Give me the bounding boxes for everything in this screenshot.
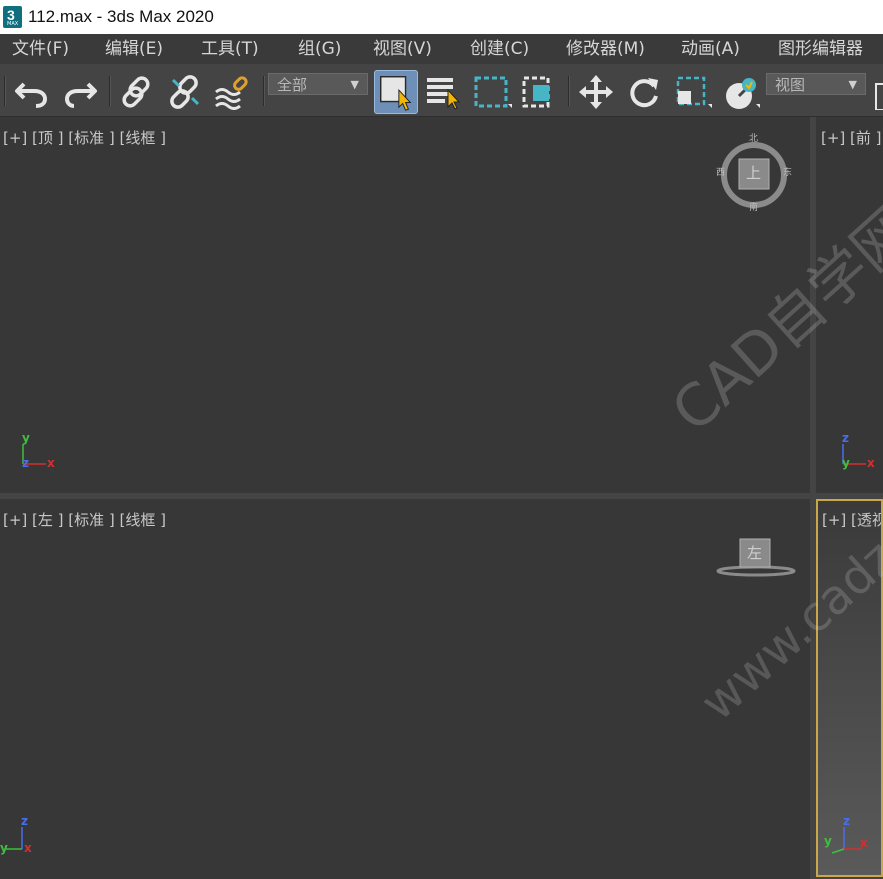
axis-y-label: y [0,841,8,855]
axis-tripod-perspective: z y x [824,813,874,857]
toolbar-separator [109,76,110,106]
select-by-name-icon [427,78,461,110]
chevron-down-icon: ▼ [848,78,857,91]
select-and-rotate-button[interactable] [624,74,664,110]
axis-z-label: z [843,814,850,828]
axis-tripod-top: y z x [18,430,63,470]
menu-modifiers[interactable]: 修改器(M) [566,38,645,60]
rectangular-selection-icon [474,76,512,108]
bind-space-warp-button[interactable] [212,74,252,110]
menu-create[interactable]: 创建(C) [470,38,529,60]
reference-coordinate-dropdown[interactable]: 视图 ▼ [766,73,866,95]
app-logo-text: MAX [7,21,19,27]
viewport-front-label[interactable]: [+] [前 ] [821,129,882,147]
axis-x-label: x [47,456,55,470]
pivot-center-button[interactable] [874,74,883,110]
title-bar: 3 MAX 112.max - 3ds Max 2020 [0,0,883,34]
axis-z-label: z [842,431,849,445]
viewport-top-label[interactable]: [+] [顶 ] [标准 ] [线框 ] [3,129,166,147]
axis-y-label: y [22,431,30,445]
window-crossing-button[interactable] [520,74,560,110]
viewcube-face-label[interactable]: 左 [747,544,762,562]
compass-west-label[interactable]: 西 [716,168,725,178]
axis-z-label: z [22,456,29,470]
bind-space-warp-icon [215,76,248,110]
menu-graph-editors[interactable]: 图形编辑器 [778,38,863,60]
toolbar-separator [568,76,569,106]
menu-group[interactable]: 组(G) [298,38,341,60]
viewport-perspective[interactable]: [+] [透视 z y x [816,499,883,877]
axis-tripod-left: z y x [0,813,45,857]
toolbar-separator [263,76,264,106]
viewcube-face-label[interactable]: 上 [746,164,761,182]
axis-x-label: x [867,456,875,470]
viewport-top[interactable]: [+] [顶 ] [标准 ] [线框 ] 上 北 南 东 西 y z x [0,117,810,493]
menu-animation[interactable]: 动画(A) [681,38,740,60]
axis-y-label: y [842,456,850,470]
scale-icon [676,76,712,108]
viewport-perspective-label[interactable]: [+] [透视 [822,511,881,529]
selection-filter-value: 全部 [277,76,308,94]
menu-bar: 文件(F) 编辑(E) 工具(T) 组(G) 视图(V) 创建(C) 修改器(M… [0,34,883,64]
select-and-scale-button[interactable] [672,74,712,110]
undo-icon [15,82,48,108]
redo-icon [64,82,97,108]
axis-tripod-front: z y x [838,430,883,470]
chevron-down-icon: ▼ [350,78,359,91]
move-icon [579,75,613,109]
link-icon [122,76,150,108]
menu-views[interactable]: 视图(V) [373,38,432,60]
unlink-button[interactable] [165,74,205,110]
window-title: 112.max - 3ds Max 2020 [28,7,214,26]
place-icon [726,78,760,109]
axis-z-label: z [21,814,28,828]
select-and-place-button[interactable] [720,74,760,110]
menu-file[interactable]: 文件(F) [12,38,69,60]
viewcube-top[interactable]: 上 北 南 东 西 [716,134,792,213]
reference-coordinate-value: 视图 [775,76,806,94]
window-crossing-icon [522,76,550,108]
unlink-icon [170,75,200,109]
select-object-icon [380,76,412,111]
axis-y-label: y [824,834,832,848]
main-toolbar: 全部 ▼ 视图 ▼ [0,64,883,117]
viewport-front[interactable]: [+] [前 ] z y x [816,117,883,493]
compass-north-label[interactable]: 北 [749,134,758,144]
compass-east-label[interactable]: 东 [783,168,792,178]
compass-south-label[interactable]: 南 [749,203,758,213]
axis-x-label: x [860,836,868,850]
viewport-left-label[interactable]: [+] [左 ] [标准 ] [线框 ] [3,511,166,529]
menu-tools[interactable]: 工具(T) [201,38,259,60]
rotate-icon [630,78,658,108]
viewcube-left[interactable]: 左 [716,535,796,579]
viewport-left[interactable]: [+] [左 ] [标准 ] [线框 ] 左 z y x [0,499,810,879]
selection-filter-dropdown[interactable]: 全部 ▼ [268,73,368,95]
axis-x-label: x [24,841,32,855]
select-object-button[interactable] [374,70,418,114]
rectangular-selection-button[interactable] [472,74,512,110]
toolbar-grip[interactable] [4,76,5,106]
select-by-name-button[interactable] [424,74,464,110]
menu-edit[interactable]: 编辑(E) [105,38,163,60]
select-and-move-button[interactable] [576,74,616,110]
redo-button[interactable] [60,74,100,110]
link-button[interactable] [117,74,157,110]
undo-button[interactable] [12,74,52,110]
app-logo: 3 MAX [3,6,22,28]
pivot-center-icon [875,83,883,110]
